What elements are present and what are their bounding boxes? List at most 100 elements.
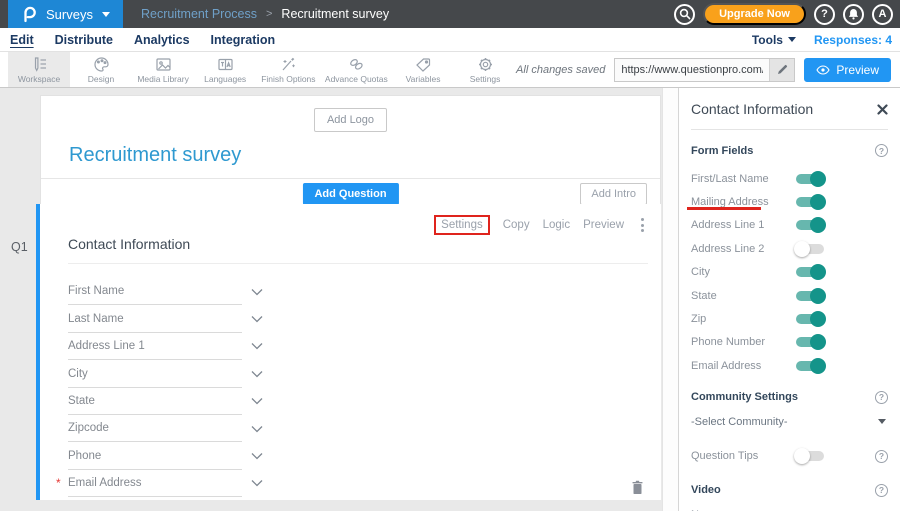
video-select[interactable]: None xyxy=(691,504,888,511)
question-more-menu[interactable] xyxy=(637,216,648,234)
help-icon[interactable] xyxy=(875,450,888,463)
breadcrumb-current-survey: Recruitment survey xyxy=(281,7,389,21)
red-annotation-underline xyxy=(687,207,761,210)
toolbar-item-languages[interactable]: Languages xyxy=(194,52,256,87)
tab-analytics[interactable]: Analytics xyxy=(134,33,190,47)
upgrade-now-button[interactable]: Upgrade Now xyxy=(703,3,806,25)
state-toggle[interactable] xyxy=(796,291,824,301)
surveys-product-menu[interactable]: Surveys xyxy=(8,0,123,28)
survey-url-input[interactable] xyxy=(615,64,769,76)
toggle-row-mailing-address: Mailing Address xyxy=(691,190,888,213)
zip-toggle[interactable] xyxy=(796,314,824,324)
question-tips-toggle[interactable] xyxy=(796,451,824,461)
city-field[interactable]: City xyxy=(68,360,242,387)
phone-number-toggle[interactable] xyxy=(796,337,824,347)
help-button[interactable] xyxy=(814,4,835,25)
community-select[interactable]: -Select Community- xyxy=(691,411,888,433)
tools-menu-label: Tools xyxy=(752,33,783,47)
toolbar-item-media-library[interactable]: Media Library xyxy=(132,52,194,87)
survey-header-card: Add Logo Recruitment survey Add Question… xyxy=(40,95,661,210)
preview-button-label: Preview xyxy=(836,63,879,77)
question-logic-button[interactable]: Logic xyxy=(543,219,571,231)
chevron-down-icon[interactable] xyxy=(251,288,263,296)
toolbar-item-variables[interactable]: Variables xyxy=(392,52,454,87)
chevron-down-icon[interactable] xyxy=(251,342,263,350)
add-intro-button[interactable]: Add Intro xyxy=(580,183,647,205)
add-question-button[interactable]: Add Question xyxy=(302,183,398,205)
breadcrumb-folder[interactable]: Recruitment Process xyxy=(141,7,257,21)
email-address-field[interactable]: Email Address xyxy=(68,470,242,497)
chevron-down-icon[interactable] xyxy=(251,452,263,460)
toolbar-item-design[interactable]: Design xyxy=(70,52,132,87)
help-icon[interactable] xyxy=(875,484,888,497)
chevron-down-icon[interactable] xyxy=(251,370,263,378)
state-field[interactable]: State xyxy=(68,388,242,415)
address-line-1-toggle[interactable] xyxy=(796,220,824,230)
help-icon[interactable] xyxy=(875,391,888,404)
survey-url-box xyxy=(614,58,795,82)
first-name-field[interactable]: First Name xyxy=(68,278,242,305)
preview-button[interactable]: Preview xyxy=(804,58,891,82)
first-last-name-toggle[interactable] xyxy=(796,174,824,184)
toggle-label: Phone Number xyxy=(691,336,765,348)
panel-title: Contact Information xyxy=(691,101,813,117)
address-line-2-toggle[interactable] xyxy=(796,244,824,254)
address-line-1-field[interactable]: Address Line 1 xyxy=(68,333,242,360)
toolbar-item-finish-options[interactable]: Finish Options xyxy=(256,52,320,87)
chevron-down-icon[interactable] xyxy=(251,479,263,487)
main-area: Add Logo Recruitment survey Add Question… xyxy=(0,88,900,511)
caret-down-icon xyxy=(878,419,886,424)
toggle-label: First/Last Name xyxy=(691,173,769,185)
question-card[interactable]: Settings Copy Logic Preview Contact Info… xyxy=(36,204,661,500)
question-preview-button[interactable]: Preview xyxy=(583,219,624,231)
subnav-right: Tools Responses: 4 xyxy=(752,33,900,47)
toggle-label: Address Line 1 xyxy=(691,219,764,231)
toggle-label: City xyxy=(691,266,710,278)
question-title[interactable]: Contact Information xyxy=(68,236,648,264)
close-panel-button[interactable] xyxy=(877,104,888,115)
notifications-button[interactable] xyxy=(843,4,864,25)
divider xyxy=(691,129,888,130)
survey-title[interactable]: Recruitment survey xyxy=(69,144,646,167)
variables-icon xyxy=(414,56,433,73)
tab-distribute[interactable]: Distribute xyxy=(55,33,113,47)
delete-question-button[interactable] xyxy=(631,480,644,495)
city-toggle[interactable] xyxy=(796,267,824,277)
chevron-down-icon[interactable] xyxy=(251,315,263,323)
finish-options-icon xyxy=(279,56,298,73)
responses-link[interactable]: Responses: 4 xyxy=(814,33,892,47)
survey-canvas: Add Logo Recruitment survey Add Question… xyxy=(0,88,678,511)
question-settings-button[interactable]: Settings xyxy=(434,215,490,235)
top-bar: Surveys Recruitment Process > Recruitmen… xyxy=(0,0,900,28)
toolbar-item-workspace[interactable]: Workspace xyxy=(8,52,70,87)
autosave-status: All changes saved xyxy=(516,64,605,76)
toolbar-item-advance-quotas[interactable]: Advance Quotas xyxy=(321,52,392,87)
breadcrumb: Recruitment Process > Recruitment survey xyxy=(141,7,389,21)
settings-icon xyxy=(476,56,495,73)
question-tips-row: Question Tips xyxy=(691,445,888,468)
avatar[interactable]: A xyxy=(872,4,893,25)
help-icon[interactable] xyxy=(875,144,888,157)
question-copy-button[interactable]: Copy xyxy=(503,219,530,231)
tab-integration[interactable]: Integration xyxy=(211,33,276,47)
pencil-icon xyxy=(777,64,788,75)
zipcode-field[interactable]: Zipcode xyxy=(68,415,242,442)
phone-field[interactable]: Phone xyxy=(68,442,242,469)
toolbar-item-label: Advance Quotas xyxy=(325,74,388,84)
search-button[interactable] xyxy=(674,4,695,25)
edit-url-button[interactable] xyxy=(769,59,794,81)
chevron-down-icon[interactable] xyxy=(251,397,263,405)
tab-edit[interactable]: Edit xyxy=(10,33,34,47)
toolbar-item-settings[interactable]: Settings xyxy=(454,52,516,87)
field-row-phone: Phone xyxy=(68,442,288,469)
mailing-address-toggle[interactable] xyxy=(796,197,824,207)
toggle-label: Zip xyxy=(691,313,706,325)
trash-icon xyxy=(631,480,644,495)
chevron-down-icon[interactable] xyxy=(251,425,263,433)
community-settings-section: Community Settings -Select Community- xyxy=(691,391,888,433)
add-logo-button[interactable]: Add Logo xyxy=(314,108,387,132)
canvas-scrollbar[interactable] xyxy=(662,88,678,511)
last-name-field[interactable]: Last Name xyxy=(68,305,242,332)
tools-menu[interactable]: Tools xyxy=(752,33,796,47)
email-address-toggle[interactable] xyxy=(796,361,824,371)
